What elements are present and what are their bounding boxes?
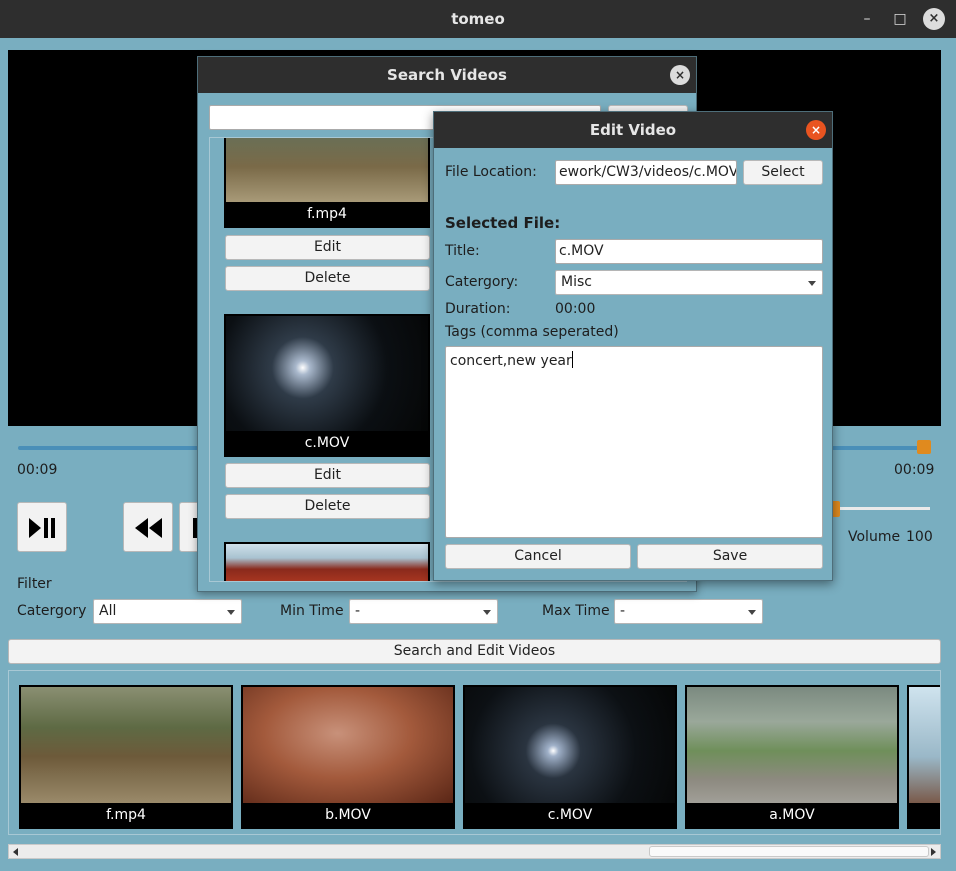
video-thumbnail[interactable] (907, 685, 940, 829)
delete-button[interactable]: Delete (225, 494, 430, 519)
category-label: Catergory: (445, 274, 519, 290)
text-cursor (571, 351, 573, 368)
minimize-icon[interactable]: – (856, 8, 878, 30)
thumbnail-image (465, 687, 675, 803)
video-thumbnail-strip: f.mp4 b.MOV c.MOV a.MOV (8, 670, 941, 835)
dropdown-arrow-icon (808, 281, 816, 286)
thumbnail-caption: f.mp4 (307, 206, 347, 222)
tags-label: Tags (comma seperated) (445, 324, 619, 340)
filter-category-value: All (99, 603, 117, 619)
window-titlebar: tomeo – □ × (0, 0, 956, 38)
max-time-label: Max Time (542, 603, 610, 619)
file-location-field[interactable]: ework/CW3/videos/c.MOV (555, 160, 737, 185)
scrollbar-thumb[interactable] (649, 846, 929, 857)
select-file-button[interactable]: Select (743, 160, 823, 185)
result-thumbnail[interactable]: f.mp4 (224, 138, 430, 228)
category-select[interactable]: Misc (555, 270, 823, 295)
dropdown-arrow-icon (748, 610, 756, 615)
filter-category-select[interactable]: All (93, 599, 242, 624)
cancel-button[interactable]: Cancel (445, 544, 631, 569)
volume-value: 100 (906, 529, 933, 545)
search-dialog-title: Search Videos (198, 57, 696, 93)
dropdown-arrow-icon (227, 610, 235, 615)
dropdown-arrow-icon (483, 610, 491, 615)
thumbnail-caption: f.mp4 (106, 807, 146, 823)
scroll-left-icon[interactable] (13, 848, 18, 856)
filter-category-label: Catergory (17, 603, 87, 619)
thumbnail-caption: c.MOV (547, 807, 593, 823)
max-time-value: - (620, 603, 626, 619)
video-thumbnail[interactable]: f.mp4 (19, 685, 233, 829)
duration-label: Duration: (445, 301, 511, 317)
edit-button[interactable]: Edit (225, 463, 430, 488)
file-location-label: File Location: (445, 164, 537, 180)
volume-slider[interactable] (830, 507, 930, 510)
category-value: Misc (561, 274, 592, 290)
thumbnail-caption: a.MOV (769, 807, 815, 823)
edit-video-dialog: Edit Video × File Location: ework/CW3/vi… (433, 111, 833, 581)
thumbnail-image (687, 687, 897, 803)
title-label: Title: (445, 243, 480, 259)
thumbnail-caption: c.MOV (304, 435, 350, 451)
edit-dialog-close-icon[interactable]: × (806, 120, 826, 140)
progress-slider-handle[interactable] (917, 440, 931, 454)
save-button[interactable]: Save (637, 544, 823, 569)
tags-text: concert,new year (450, 353, 572, 369)
result-thumbnail[interactable] (224, 542, 430, 581)
result-thumbnail[interactable]: c.MOV (224, 314, 430, 457)
thumbnail-image (243, 687, 453, 803)
scroll-right-icon[interactable] (931, 848, 936, 856)
min-time-label: Min Time (280, 603, 344, 619)
thumbnail-image (226, 544, 428, 581)
thumbnail-image (226, 138, 428, 202)
duration-value: 00:00 (555, 301, 596, 317)
min-time-select[interactable]: - (349, 599, 498, 624)
volume-label: Volume (848, 529, 901, 545)
video-thumbnail[interactable]: a.MOV (685, 685, 899, 829)
video-thumbnail[interactable]: b.MOV (241, 685, 455, 829)
thumbnail-image (226, 316, 428, 431)
min-time-value: - (355, 603, 361, 619)
max-time-select[interactable]: - (614, 599, 763, 624)
title-input[interactable]: c.MOV (555, 239, 823, 264)
search-dialog-close-icon[interactable]: × (670, 65, 690, 85)
selected-file-heading: Selected File: (445, 214, 561, 232)
thumbnail-caption: b.MOV (325, 807, 371, 823)
time-total: 00:09 (894, 462, 935, 478)
rewind-icon (135, 518, 162, 538)
play-pause-icon (29, 518, 55, 538)
thumbnail-scrollbar[interactable] (8, 844, 941, 859)
thumbnail-image (909, 687, 940, 803)
filter-heading: Filter (17, 576, 52, 592)
rewind-button[interactable] (123, 502, 173, 552)
delete-button[interactable]: Delete (225, 266, 430, 291)
edit-dialog-title: Edit Video (434, 112, 832, 148)
edit-button[interactable]: Edit (225, 235, 430, 260)
video-thumbnail[interactable]: c.MOV (463, 685, 677, 829)
maximize-icon[interactable]: □ (889, 8, 911, 30)
tags-textarea[interactable]: concert,new year (445, 346, 823, 538)
close-window-icon[interactable]: × (923, 8, 945, 30)
time-elapsed: 00:09 (17, 462, 58, 478)
thumbnail-image (21, 687, 231, 803)
play-pause-button[interactable] (17, 502, 67, 552)
search-and-edit-button[interactable]: Search and Edit Videos (8, 639, 941, 664)
window-title: tomeo (451, 10, 505, 28)
